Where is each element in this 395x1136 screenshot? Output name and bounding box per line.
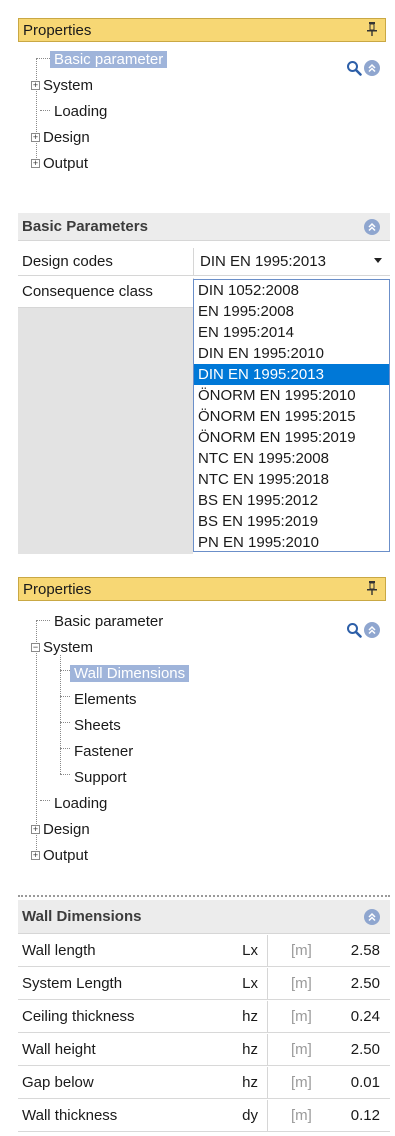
gap-below-row[interactable]: Gap below hz [m] 0.01 — [18, 1067, 390, 1099]
dropdown-option[interactable]: NTC EN 1995:2018 — [194, 469, 389, 490]
splitter[interactable] — [18, 895, 390, 897]
expand-icon[interactable]: + — [31, 80, 40, 90]
search-icon[interactable] — [346, 60, 362, 76]
tree-item-output[interactable]: + Output — [31, 843, 88, 867]
basic-parameters-title: Basic Parameters — [22, 218, 148, 235]
wall-thickness-row[interactable]: Wall thickness dy [m] 0.12 — [18, 1100, 390, 1132]
collapse-tree-icon[interactable]: − — [31, 642, 40, 652]
wall-length-row[interactable]: Wall length Lx [m] 2.58 — [18, 935, 390, 967]
system-length-row[interactable]: System Length Lx [m] 2.50 — [18, 968, 390, 1000]
tree-item-wall-dimensions[interactable]: Wall Dimensions — [70, 661, 190, 685]
tree-item-loading[interactable]: Loading — [50, 99, 111, 123]
pin-icon[interactable] — [367, 22, 377, 36]
dropdown-option[interactable]: DIN EN 1995:2010 — [194, 343, 389, 364]
tree-item-design[interactable]: + Design — [31, 125, 90, 149]
dropdown-option[interactable]: DIN 1052:2008 — [194, 280, 389, 301]
design-codes-label: Design codes — [22, 253, 113, 270]
collapse-icon[interactable] — [364, 60, 380, 76]
consequence-class-label: Consequence class — [22, 283, 153, 300]
tree-item-basic-parameter[interactable]: Basic parameter — [50, 609, 167, 633]
dropdown-option[interactable]: EN 1995:2014 — [194, 322, 389, 343]
chevron-down-icon[interactable] — [374, 258, 382, 264]
dropdown-option[interactable]: ÖNORM EN 1995:2010 — [194, 385, 389, 406]
wall-height-row[interactable]: Wall height hz [m] 2.50 — [18, 1034, 390, 1066]
expand-icon[interactable]: + — [31, 850, 40, 860]
pin-icon[interactable] — [367, 581, 377, 595]
design-codes-row: Design codes DIN EN 1995:2013 — [18, 248, 390, 276]
tree-item-loading[interactable]: Loading — [50, 791, 111, 815]
dropdown-option[interactable]: BS EN 1995:2019 — [194, 511, 389, 532]
collapse-icon[interactable] — [364, 909, 380, 925]
tree-item-basic-parameter[interactable]: Basic parameter — [50, 47, 168, 71]
basic-parameters-header: Basic Parameters — [18, 213, 390, 241]
expand-icon[interactable]: + — [31, 824, 40, 834]
tree-item-support[interactable]: Support — [74, 765, 127, 789]
design-codes-dropdown-list[interactable]: DIN 1052:2008 EN 1995:2008 EN 1995:2014 … — [193, 279, 390, 552]
tree-item-fastener[interactable]: Fastener — [74, 739, 133, 763]
dropdown-option[interactable]: BS EN 1995:2012 — [194, 490, 389, 511]
tree-item-sheets[interactable]: Sheets — [74, 713, 121, 737]
collapse-icon[interactable] — [364, 219, 380, 235]
tree-item-system[interactable]: − System — [31, 635, 93, 659]
properties-title: Properties — [23, 580, 92, 598]
tree-item-design[interactable]: + Design — [31, 817, 90, 841]
wall-dimensions-header: Wall Dimensions — [18, 900, 390, 934]
properties-header: Properties — [18, 577, 386, 601]
dropdown-option[interactable]: EN 1995:2008 — [194, 301, 389, 322]
wall-dimensions-title: Wall Dimensions — [22, 908, 142, 925]
properties-title: Properties — [23, 21, 92, 39]
dropdown-option[interactable]: ÖNORM EN 1995:2015 — [194, 406, 389, 427]
expand-icon[interactable]: + — [31, 132, 40, 142]
collapse-icon[interactable] — [364, 622, 380, 638]
tree-item-system[interactable]: + System — [31, 73, 93, 97]
dropdown-option[interactable]: PN EN 1995:2010 — [194, 532, 389, 551]
tree-item-output[interactable]: + Output — [31, 151, 88, 175]
expand-icon[interactable]: + — [31, 158, 40, 168]
design-codes-value: DIN EN 1995:2013 — [200, 253, 326, 270]
property-grid-background — [18, 308, 193, 554]
design-codes-select[interactable]: DIN EN 1995:2013 — [194, 248, 390, 275]
dropdown-option[interactable]: NTC EN 1995:2008 — [194, 448, 389, 469]
tree-item-elements[interactable]: Elements — [74, 687, 137, 711]
dropdown-option[interactable]: ÖNORM EN 1995:2019 — [194, 427, 389, 448]
ceiling-thickness-row[interactable]: Ceiling thickness hz [m] 0.24 — [18, 1001, 390, 1033]
search-icon[interactable] — [346, 622, 362, 638]
properties-header: Properties — [18, 18, 386, 42]
dropdown-option-selected[interactable]: DIN EN 1995:2013 — [194, 364, 389, 385]
